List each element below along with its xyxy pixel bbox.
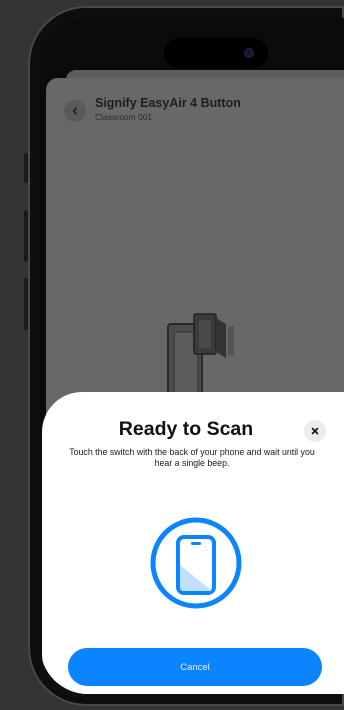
- device-location: Classroom 001: [95, 112, 153, 122]
- back-button[interactable]: [64, 100, 86, 122]
- device-frame-stage: Signify EasyAir 4 Button Classroom 001 R…: [0, 0, 344, 710]
- chevron-left-icon: [72, 107, 77, 115]
- phone-body: Signify EasyAir 4 Button Classroom 001 R…: [28, 6, 344, 706]
- close-button[interactable]: [304, 420, 326, 442]
- phone-scan-icon: [150, 517, 242, 609]
- scan-instructions: Touch the switch with the back of your p…: [69, 447, 315, 468]
- scan-sheet: Ready to Scan Touch the switch with the …: [42, 392, 344, 694]
- scan-title: Ready to Scan: [118, 418, 254, 440]
- front-camera: [244, 48, 254, 58]
- cancel-button[interactable]: Cancel: [68, 648, 322, 686]
- dynamic-island: [164, 38, 268, 68]
- phone-screen: Signify EasyAir 4 Button Classroom 001 R…: [40, 18, 344, 694]
- device-name: Signify EasyAir 4 Button: [95, 96, 241, 110]
- close-icon: [311, 427, 319, 435]
